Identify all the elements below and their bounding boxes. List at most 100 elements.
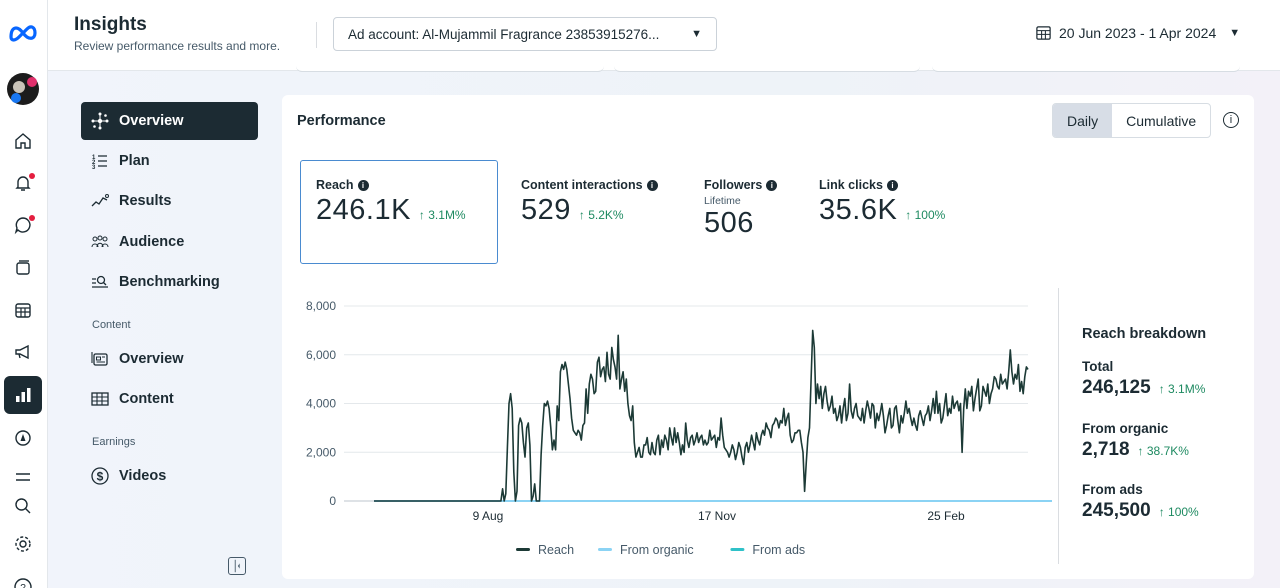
- plan-icon: 123: [92, 155, 107, 171]
- breakdown-total: Total 246,125 ↑ 3.1M%: [1082, 359, 1205, 399]
- breakdown-delta: ↑ 38.7K%: [1137, 444, 1189, 458]
- search-icon[interactable]: [4, 487, 42, 525]
- metric-delta: ↑ 5.2K%: [578, 208, 624, 222]
- breakdown-value: 2,718: [1082, 439, 1130, 460]
- nav-benchmarking[interactable]: Benchmarking: [81, 263, 258, 301]
- metric-card-followers[interactable]: Followers i Lifetime 506: [704, 178, 778, 240]
- metric-card-link-clicks[interactable]: Link clicks i 35.6K ↑ 100%: [819, 178, 945, 227]
- content-overview-icon: [91, 352, 108, 366]
- info-icon[interactable]: i: [646, 179, 658, 191]
- page-title: Insights: [74, 14, 147, 35]
- toggle-cumulative[interactable]: Cumulative: [1112, 104, 1210, 137]
- y-tick-label: 6,000: [306, 348, 336, 362]
- nav-videos[interactable]: $ Videos: [81, 457, 258, 495]
- toggle-daily[interactable]: Daily: [1053, 104, 1113, 137]
- x-tick-label: 9 Aug: [473, 509, 504, 523]
- series-line: [374, 329, 1029, 502]
- performance-title: Performance: [297, 113, 386, 129]
- performance-card: Performance Daily Cumulative i Reach i 24…: [282, 95, 1254, 579]
- header-divider: [316, 22, 317, 48]
- metric-card-content-interactions[interactable]: Content interactions i 529 ↑ 5.2K%: [521, 178, 658, 227]
- home-icon[interactable]: [4, 122, 42, 160]
- svg-text:3: 3: [92, 165, 96, 171]
- metric-delta: ↑ 3.1M%: [418, 208, 466, 222]
- ads-icon[interactable]: [4, 333, 42, 371]
- messages-icon[interactable]: [4, 206, 42, 244]
- breakdown-value: 246,125: [1082, 377, 1151, 398]
- metric-value: 506: [704, 207, 754, 239]
- profile-avatar[interactable]: [4, 70, 42, 108]
- help-icon[interactable]: ?: [4, 566, 42, 588]
- nav-plan[interactable]: 123 Plan: [81, 142, 258, 180]
- metric-value: 529: [521, 194, 571, 226]
- nav-label: Overview: [119, 113, 184, 129]
- insights-icon[interactable]: [4, 376, 42, 414]
- info-icon[interactable]: i: [886, 179, 898, 191]
- metric-label: Link clicks: [819, 178, 883, 192]
- x-tick-label: 25 Feb: [927, 509, 965, 523]
- nav-label: Videos: [119, 468, 167, 484]
- metric-delta: ↑ 100%: [905, 208, 946, 222]
- compass-icon[interactable]: [4, 419, 42, 457]
- info-icon[interactable]: i: [357, 179, 369, 191]
- summary-card: [296, 62, 604, 72]
- page-header: Insights Review performance results and …: [48, 0, 1280, 71]
- reach-line-chart: 8,000 6,000 4,000 2,000 0 9 Aug 17 Nov 25 Feb Re…: [306, 299, 1052, 557]
- nav-content[interactable]: Content: [81, 380, 258, 418]
- calendar-icon[interactable]: [4, 291, 42, 329]
- metric-card-reach[interactable]: Reach i 246.1K ↑ 3.1M%: [300, 160, 498, 264]
- settings-icon[interactable]: [4, 525, 42, 563]
- legend-swatch: [598, 548, 612, 551]
- svg-text:?: ?: [20, 583, 26, 588]
- nav-content-overview[interactable]: Overview: [81, 340, 258, 378]
- breakdown-organic: From organic 2,718 ↑ 38.7K%: [1082, 421, 1189, 461]
- ad-account-label: Ad account: Al-Mujammil Fragrance 238539…: [348, 26, 660, 42]
- date-range-label: 20 Jun 2023 - 1 Apr 2024: [1059, 24, 1217, 41]
- notifications-icon[interactable]: [4, 164, 42, 202]
- breakdown-delta: ↑ 100%: [1158, 505, 1199, 519]
- dollar-icon: $: [91, 467, 109, 485]
- metric-value: 35.6K: [819, 194, 898, 226]
- nav-label: Plan: [119, 153, 150, 169]
- nav-label: Benchmarking: [119, 274, 220, 290]
- legend-label: From organic: [620, 543, 694, 557]
- info-icon[interactable]: i: [766, 179, 778, 191]
- nav-audience[interactable]: Audience: [81, 223, 258, 261]
- breakdown-label: Total: [1082, 359, 1114, 374]
- info-icon[interactable]: i: [1223, 112, 1239, 128]
- legend-swatch: [730, 548, 745, 551]
- results-icon: [91, 194, 109, 207]
- date-range-picker[interactable]: 20 Jun 2023 - 1 Apr 2024 ▼: [1035, 24, 1240, 41]
- chart-divider: [1058, 288, 1059, 564]
- nav-label: Results: [119, 193, 172, 209]
- nav-results[interactable]: Results: [81, 182, 258, 220]
- x-tick-label: 17 Nov: [698, 509, 736, 523]
- metric-sublabel: Lifetime: [704, 195, 741, 207]
- benchmarking-icon: [92, 275, 108, 288]
- daily-cumulative-toggle: Daily Cumulative: [1052, 103, 1212, 138]
- pages-icon[interactable]: [4, 249, 42, 287]
- audience-icon: [91, 235, 109, 248]
- metric-value: 246.1K: [316, 194, 411, 226]
- y-tick-label: 2,000: [306, 445, 336, 459]
- breakdown-value: 245,500: [1082, 500, 1151, 521]
- nav-overview[interactable]: Overview: [81, 102, 258, 140]
- meta-logo-icon[interactable]: [4, 14, 42, 52]
- y-tick-label: 8,000: [306, 299, 336, 313]
- legend-label: From ads: [752, 543, 805, 557]
- legend-label: Reach: [538, 543, 574, 557]
- chevron-down-icon: ▼: [1229, 26, 1241, 39]
- nav-label: Content: [119, 391, 174, 407]
- overview-icon: [91, 112, 109, 130]
- ad-account-selector[interactable]: Ad account: Al-Mujammil Fragrance 238539…: [333, 17, 717, 51]
- summary-card: [932, 62, 1240, 72]
- table-icon: [91, 392, 109, 406]
- page-subtitle: Review performance results and more.: [74, 39, 281, 53]
- calendar-icon: [1036, 26, 1051, 40]
- summary-cards-strip: [282, 62, 1254, 74]
- nav-section-content: Content: [92, 319, 131, 331]
- collapse-sidebar-icon[interactable]: [228, 557, 246, 575]
- breakdown-label: From ads: [1082, 482, 1143, 497]
- breakdown-ads: From ads 245,500 ↑ 100%: [1082, 482, 1199, 522]
- reach-breakdown-title: Reach breakdown: [1082, 325, 1206, 343]
